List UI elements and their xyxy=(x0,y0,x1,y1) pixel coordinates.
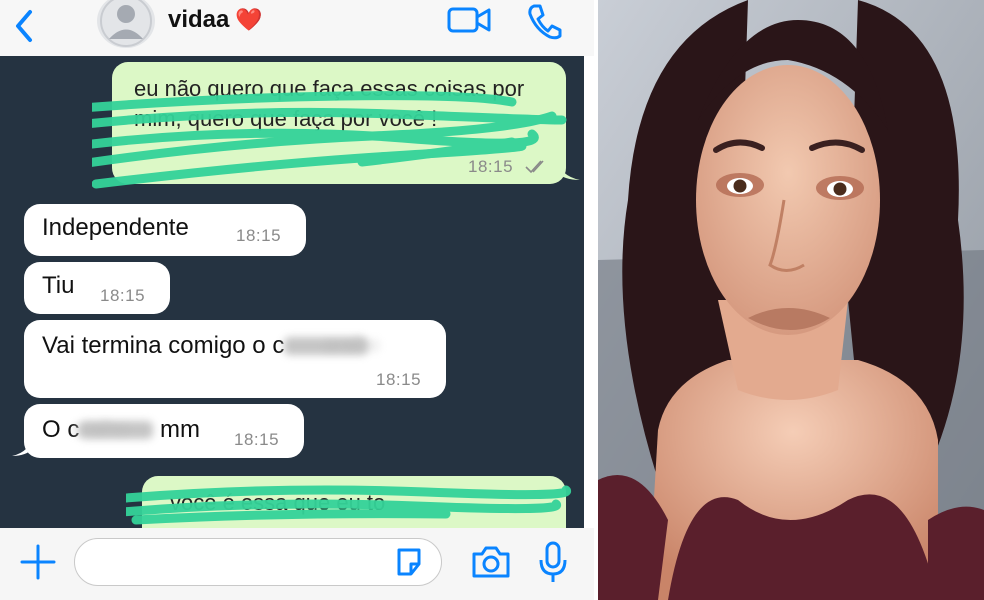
avatar-placeholder-icon[interactable] xyxy=(97,0,155,48)
phone-call-icon[interactable] xyxy=(526,2,562,40)
sticker-icon[interactable] xyxy=(394,546,424,578)
video-call-icon[interactable] xyxy=(446,4,492,36)
chat-header: vidaa ❤️ xyxy=(0,0,594,56)
message-text: Vai termina comigo o c xyxy=(42,332,369,360)
incoming-message[interactable]: O c mm aralho 18:15 xyxy=(12,404,304,458)
message-text-part: mm xyxy=(153,416,200,443)
message-time: 18:15 xyxy=(100,286,146,305)
bubble-tail xyxy=(12,434,34,456)
message-time: 18:15 xyxy=(234,430,280,449)
message-text: Independente xyxy=(42,214,189,241)
message-time: 18:15 xyxy=(236,226,282,245)
redaction-scribble xyxy=(126,485,572,525)
message-text-part: Vai termina comigo o c xyxy=(42,332,285,359)
contact-name[interactable]: vidaa ❤️ xyxy=(168,6,263,34)
message-list[interactable]: eu não quero que faça essas coisas por m… xyxy=(0,56,584,528)
message-time: 18:15 xyxy=(468,157,514,176)
incoming-message[interactable]: Vai termina comigo o c aralho 18:15 xyxy=(24,320,446,398)
message-text: Tiu xyxy=(42,272,75,299)
chat-screenshot: vidaa ❤️ eu não quero que faça essas cois… xyxy=(0,0,594,600)
blurred-word-source: aralho xyxy=(324,334,380,356)
microphone-icon[interactable] xyxy=(536,540,570,584)
message-time: 18:15 xyxy=(376,370,422,389)
heart-emoji: ❤️ xyxy=(235,7,263,32)
back-chevron-icon[interactable] xyxy=(10,6,38,46)
message-input[interactable] xyxy=(74,538,442,586)
message-composer xyxy=(0,528,594,600)
plus-icon[interactable] xyxy=(18,542,58,582)
read-receipt-icon xyxy=(525,160,544,174)
incoming-message[interactable]: Independente 18:15 xyxy=(24,204,306,256)
bubble-tail xyxy=(556,158,580,180)
blurred-word-source: aralho xyxy=(72,418,128,440)
outgoing-message[interactable]: você é essa que eu to xyxy=(126,476,572,528)
portrait-photo xyxy=(598,0,984,600)
outgoing-message[interactable]: eu não quero que faça essas coisas por m… xyxy=(92,62,580,189)
incoming-message[interactable]: Tiu 18:15 xyxy=(24,262,170,314)
contact-name-text: vidaa xyxy=(168,6,230,33)
camera-icon[interactable] xyxy=(470,542,512,582)
